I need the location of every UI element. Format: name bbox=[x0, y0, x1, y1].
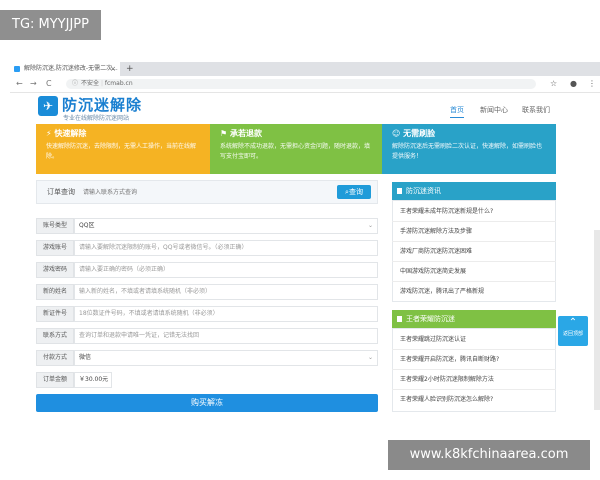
order-query-bar: 订单查询 ⌕查询 bbox=[36, 180, 378, 204]
payment-method-label: 付款方式 bbox=[36, 350, 74, 366]
book-icon bbox=[397, 316, 402, 322]
face-icon: ☺ bbox=[392, 129, 401, 138]
query-button[interactable]: ⌕查询 bbox=[337, 185, 371, 199]
new-id-label: 新证件号 bbox=[36, 306, 74, 322]
info-icon: ⓘ bbox=[72, 80, 79, 87]
reload-icon[interactable]: C bbox=[46, 76, 52, 92]
honor-item[interactable]: 王者荣耀2小时防沉迷限制解除方法 bbox=[392, 370, 556, 390]
browser-tab[interactable]: 解除防沉迷,防沉迷修改-无需二次... × bbox=[10, 62, 120, 76]
refund-icon: ⚑ bbox=[220, 129, 228, 138]
new-name-input[interactable]: 输入新的姓名，不填或者请填系统随机（非必须） bbox=[74, 284, 378, 300]
flash-icon: ⚡ bbox=[46, 129, 52, 138]
feature-refund: ⚑ 承若退款 系统解除不成功退款，无需担心资金问题，随时退款，填写支付宝即可。 bbox=[210, 124, 382, 174]
tab-title: 解除防沉迷,防沉迷修改-无需二次... bbox=[24, 65, 118, 72]
new-id-input[interactable]: 18位数证件号码，不填或者请填系统随机（非必须） bbox=[74, 306, 378, 322]
account-type-label: 账号类型 bbox=[36, 218, 74, 234]
chevron-down-icon: ⌄ bbox=[367, 222, 373, 229]
scrollbar[interactable] bbox=[594, 230, 600, 410]
news-item[interactable]: 王者荣耀未成年防沉迷新规是什么? bbox=[392, 202, 556, 222]
order-amount-label: 订单金额 bbox=[36, 372, 74, 388]
browser-tab-bar: 解除防沉迷,防沉迷修改-无需二次... × + bbox=[10, 62, 600, 76]
url-text: fcmab.cn bbox=[104, 80, 133, 87]
feature-fast-unlock: ⚡ 快速解除 快速解除防沉迷，去除限制，无需人工操作，当前在线解除。 bbox=[36, 124, 210, 174]
back-to-top-button[interactable]: ⌃ 返回顶部 bbox=[558, 316, 588, 346]
game-password-label: 游戏密码 bbox=[36, 262, 74, 278]
arrow-up-icon: ⌃ bbox=[568, 317, 578, 328]
star-icon[interactable]: ☆ bbox=[550, 76, 557, 92]
logo-title: 防沉迷解除 bbox=[62, 96, 143, 114]
news-item[interactable]: 游戏防沉迷，腾讯出了严格新规 bbox=[392, 282, 556, 302]
new-tab-button[interactable]: + bbox=[126, 62, 134, 76]
order-amount-value: ￥30.00元 bbox=[74, 372, 112, 388]
watermark-top: TG: MYYJJPP bbox=[0, 10, 101, 40]
buy-unlock-button[interactable]: 购买解冻 bbox=[36, 394, 378, 412]
contact-input[interactable]: 查询订单和退款申请唯一凭证，记错无法找回 bbox=[74, 328, 378, 344]
account-icon[interactable]: ● bbox=[570, 76, 577, 92]
nav-home[interactable]: 首页 bbox=[450, 105, 464, 118]
book-icon bbox=[397, 188, 402, 194]
watermark-bottom: www.k8kfchinaarea.com bbox=[388, 440, 590, 470]
chevron-down-icon: ⌄ bbox=[367, 354, 373, 361]
payment-method-select[interactable]: 微信 ⌄ bbox=[74, 350, 378, 366]
honor-item[interactable]: 王者荣耀人脸识别防沉迷怎么解除? bbox=[392, 390, 556, 410]
news-item[interactable]: 中国游戏防沉迷简史发展 bbox=[392, 262, 556, 282]
address-bar: ← → C ⓘ 不安全 | fcmab.cn ☆ ● ⋮ bbox=[10, 76, 600, 93]
news-item[interactable]: 手游防沉迷解除方法及步骤 bbox=[392, 222, 556, 242]
security-label: 不安全 bbox=[81, 80, 100, 87]
logo-subtitle: 专业在线解除防沉迷网站 bbox=[63, 115, 130, 122]
honor-item[interactable]: 王者荣耀开启防沉迷，腾讯自断财路? bbox=[392, 350, 556, 370]
order-query-input[interactable] bbox=[83, 186, 333, 198]
nav-news[interactable]: 新闻中心 bbox=[480, 105, 508, 115]
back-arrow-icon[interactable]: ← bbox=[16, 76, 23, 92]
menu-icon[interactable]: ⋮ bbox=[588, 76, 596, 92]
news-item[interactable]: 游戏厂商防沉迷防沉迷困难 bbox=[392, 242, 556, 262]
url-field[interactable]: ⓘ 不安全 | fcmab.cn bbox=[66, 79, 536, 89]
game-account-input[interactable]: 请输入要解除沉迷限制的账号，QQ号或者微信号。（必须正确） bbox=[74, 240, 378, 256]
game-password-input[interactable]: 请输入要正确的密码（必须正确） bbox=[74, 262, 378, 278]
feature-no-face: ☺ 无需刷脸 解除防沉迷后无需刷脸二次认证，快速解除，如需刷脸也提供服务！ bbox=[382, 124, 556, 174]
new-name-label: 新的姓名 bbox=[36, 284, 74, 300]
forward-arrow-icon[interactable]: → bbox=[30, 76, 37, 92]
contact-label: 联系方式 bbox=[36, 328, 74, 344]
tab-close-icon[interactable]: × bbox=[110, 62, 116, 76]
honor-section-header: 王者荣耀防沉迷 bbox=[392, 310, 556, 328]
news-section-header: 防沉迷资讯 bbox=[392, 182, 556, 200]
game-account-label: 游戏账号 bbox=[36, 240, 74, 256]
favicon-icon bbox=[14, 66, 20, 72]
order-query-label: 订单查询 bbox=[47, 188, 75, 196]
honor-item[interactable]: 王者荣耀跳过防沉迷认证 bbox=[392, 330, 556, 350]
account-type-select[interactable]: QQ区 ⌄ bbox=[74, 218, 378, 234]
logo-icon: ✈ bbox=[38, 96, 58, 116]
nav-contact[interactable]: 联系我们 bbox=[522, 105, 550, 115]
